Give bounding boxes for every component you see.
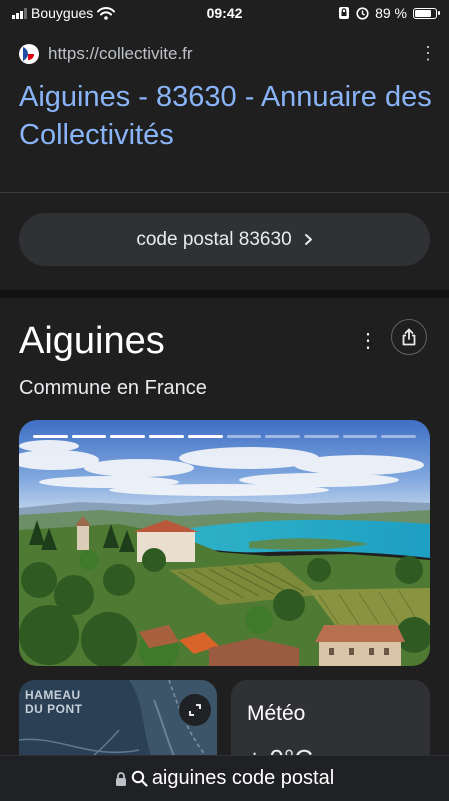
related-search-label: code postal 83630 (136, 228, 292, 250)
story-progress-bars (33, 435, 417, 438)
village-landscape-photo (19, 420, 430, 666)
search-query: aiguines code postal (151, 767, 335, 789)
knowledge-panel: Aiguines ⋮ Commune en France HAMEAU DU P… (0, 298, 449, 800)
map-place-label: HAMEAU DU PONT (25, 688, 83, 716)
bottom-address-bar[interactable]: aiguines code postal (0, 755, 449, 801)
result-title-link[interactable]: Aiguines - 83630 - Annuaire des Collecti… (19, 78, 434, 154)
share-button[interactable] (391, 319, 427, 355)
story-segment (303, 435, 339, 438)
battery-icon (413, 7, 440, 19)
alarm-icon (356, 6, 369, 20)
expand-map-button[interactable] (179, 694, 211, 726)
kp-more-vert-icon[interactable]: ⋮ (358, 328, 378, 353)
status-right: 89 % (338, 5, 440, 21)
chevron-right-icon (304, 234, 312, 245)
lock-icon (115, 771, 126, 786)
search-icon (131, 770, 148, 787)
story-segment (71, 435, 107, 438)
story-segment (265, 435, 300, 438)
kp-subtitle: Commune en France (19, 377, 207, 399)
search-result: https://collectivite.fr ⋮ Aiguines - 836… (0, 26, 449, 192)
expand-icon (189, 704, 201, 716)
result-source[interactable]: https://collectivite.fr (19, 44, 193, 64)
kp-title: Aiguines (19, 320, 165, 362)
story-segment (149, 435, 184, 438)
story-segment (187, 435, 223, 438)
story-segment (381, 435, 417, 438)
status-bar: Bouygues 09:42 89 % (0, 0, 449, 26)
related-search-area: code postal 83630 (0, 193, 449, 290)
battery-percent: 89 % (375, 5, 407, 21)
section-separator (0, 290, 449, 298)
story-segment (33, 435, 68, 438)
more-vert-icon[interactable]: ⋮ (419, 44, 437, 62)
hero-image-carousel[interactable] (19, 420, 430, 666)
story-segment (110, 435, 146, 438)
weather-title: Météo (247, 702, 306, 725)
site-url: https://collectivite.fr (48, 44, 193, 63)
story-segment (226, 435, 262, 438)
related-search-button[interactable]: code postal 83630 (19, 213, 430, 266)
share-icon (402, 328, 416, 346)
favicon (19, 44, 39, 64)
orientation-lock-icon (339, 7, 350, 19)
story-segment (342, 435, 378, 438)
